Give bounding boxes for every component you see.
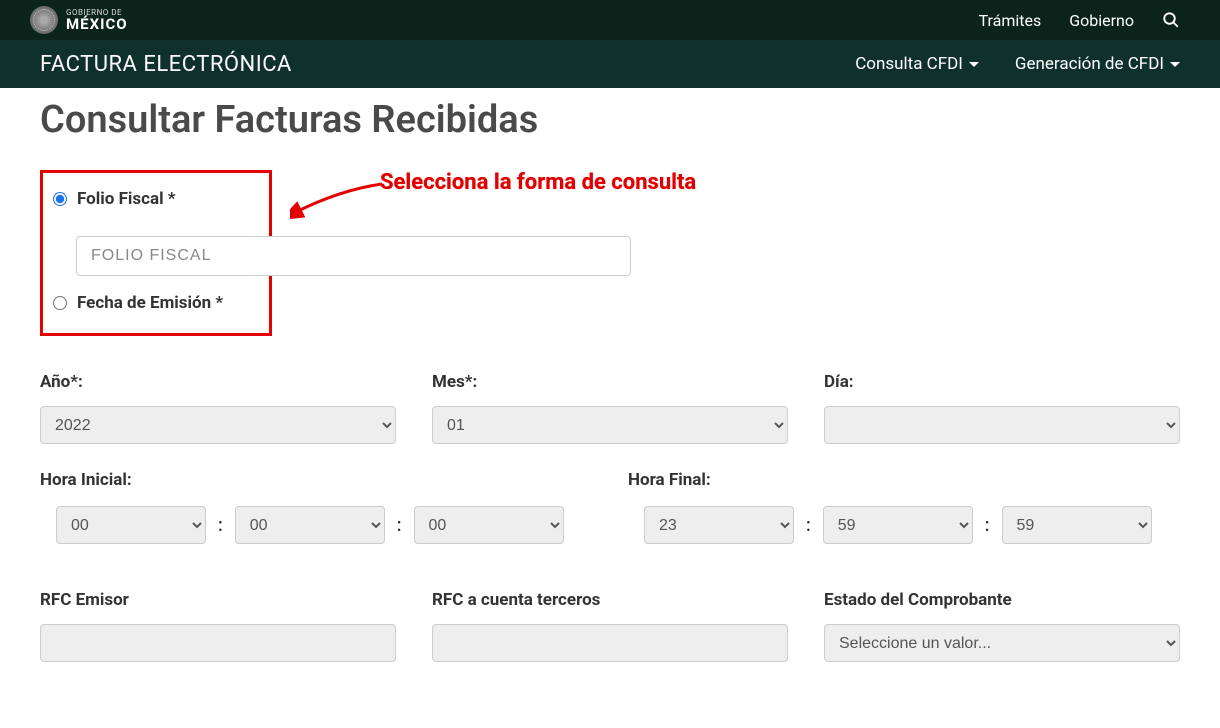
rfc-emisor-label: RFC Emisor (40, 590, 396, 610)
hora-final-label: Hora Final: (628, 470, 1180, 490)
mes-select[interactable]: 01 (432, 406, 788, 444)
rfc-emisor-input[interactable] (40, 624, 396, 662)
hf-sec-select[interactable]: 59 (1002, 506, 1152, 544)
annotation-arrow-icon (290, 182, 390, 222)
page-title: Consultar Facturas Recibidas (40, 98, 1180, 142)
hf-hour-select[interactable]: 23 (644, 506, 794, 544)
dia-label: Día: (824, 372, 1180, 392)
caret-down-icon (1170, 62, 1180, 67)
gob-header: GOBIERNO DE MÉXICO Trámites Gobierno (0, 0, 1220, 40)
gob-logo: GOBIERNO DE MÉXICO (30, 6, 128, 34)
time-sep: : (806, 515, 811, 536)
rfc-terceros-input[interactable] (432, 624, 788, 662)
nav-tramites[interactable]: Trámites (979, 11, 1042, 30)
rfc-terceros-label: RFC a cuenta terceros (432, 590, 788, 610)
radio-fecha-emision[interactable] (53, 296, 67, 310)
hi-sec-select[interactable]: 00 (414, 506, 564, 544)
radio-folio-fiscal[interactable] (53, 192, 67, 206)
dia-select[interactable] (824, 406, 1180, 444)
annotation-text: Selecciona la forma de consulta (380, 170, 696, 195)
time-sep: : (218, 515, 223, 536)
nav-gobierno[interactable]: Gobierno (1069, 11, 1134, 30)
mes-label: Mes*: (432, 372, 788, 392)
anio-select[interactable]: 2022 (40, 406, 396, 444)
gob-nav: Trámites Gobierno (979, 11, 1180, 30)
hora-inicial-label: Hora Inicial: (40, 470, 592, 490)
anio-label: Año*: (40, 372, 396, 392)
gob-line2: MÉXICO (66, 17, 128, 32)
menu-consulta-label: Consulta CFDI (855, 54, 963, 74)
hi-min-select[interactable]: 00 (235, 506, 385, 544)
app-title: FACTURA ELECTRÓNICA (40, 52, 292, 77)
menu-consulta-cfdi[interactable]: Consulta CFDI (855, 54, 979, 74)
caret-down-icon (969, 62, 979, 67)
menu-generacion-label: Generación de CFDI (1015, 54, 1164, 74)
radio-folio-label: Folio Fiscal * (77, 189, 176, 209)
app-nav: FACTURA ELECTRÓNICA Consulta CFDI Genera… (0, 40, 1220, 88)
hf-min-select[interactable]: 59 (823, 506, 973, 544)
search-icon[interactable] (1162, 11, 1180, 29)
hi-hour-select[interactable]: 00 (56, 506, 206, 544)
estado-select[interactable]: Seleccione un valor... (824, 624, 1180, 662)
time-sep: : (985, 515, 990, 536)
radio-fecha-label: Fecha de Emisión * (77, 293, 223, 313)
estado-label: Estado del Comprobante (824, 590, 1180, 610)
time-sep: : (397, 515, 402, 536)
folio-fiscal-input[interactable] (76, 236, 631, 276)
menu-generacion-cfdi[interactable]: Generación de CFDI (1015, 54, 1180, 74)
seal-icon (30, 6, 58, 34)
